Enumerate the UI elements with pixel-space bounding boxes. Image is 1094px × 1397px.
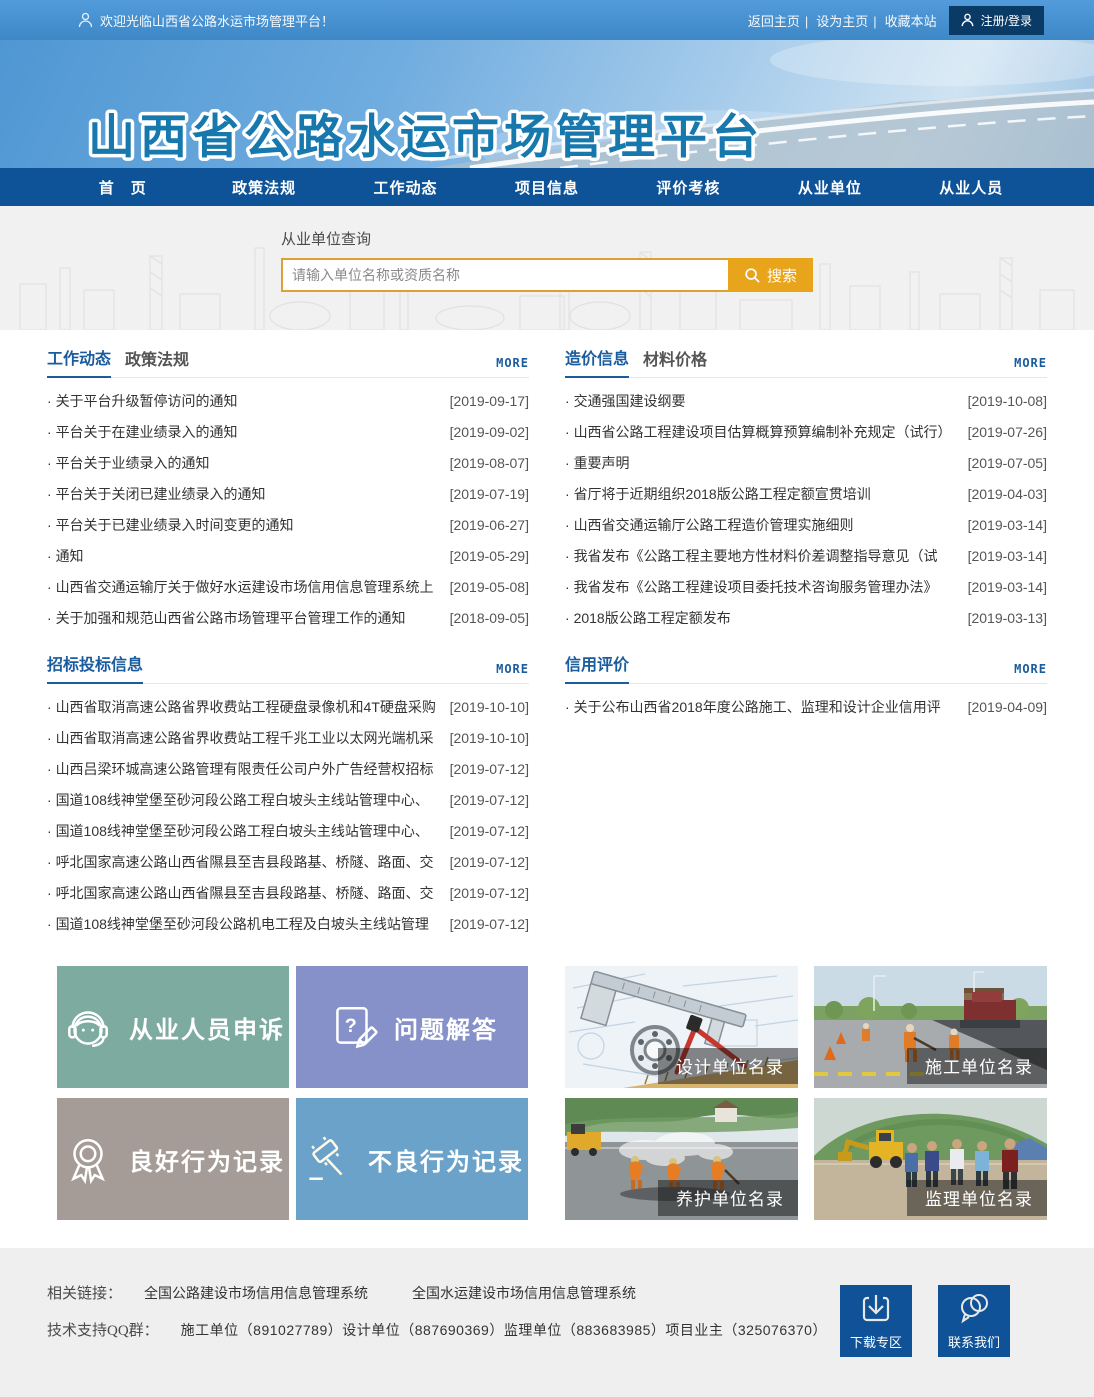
news-item[interactable]: 平台关于已建业绩录入时间变更的通知 [2019-06-27] xyxy=(47,510,529,541)
search-button[interactable]: 搜索 xyxy=(728,258,813,292)
news-item[interactable]: 关于平台升级暂停访问的通知 [2019-09-17] xyxy=(47,386,529,417)
photo-label: 设计单位名录 xyxy=(658,1048,798,1084)
news-item[interactable]: 山西省公路工程建设项目估算概算预算编制补充规定（试行） [2019-07-26] xyxy=(565,417,1047,448)
question-note-icon: ? xyxy=(326,1000,380,1054)
news-item[interactable]: 山西省交通运输厅公路工程造价管理实施细则 [2019-03-14] xyxy=(565,510,1047,541)
footer-link[interactable]: 全国水运建设市场信用信息管理系统 xyxy=(412,1285,636,1301)
tab-work-news[interactable]: 工作动态 xyxy=(47,345,111,378)
welcome-text: 欢迎光临山西省公路水运市场管理平台！ xyxy=(100,11,334,30)
news-item[interactable]: 山西省取消高速公路省界收费站工程千兆工业以太网光端机采 [2019-10-10] xyxy=(47,723,529,754)
page-title: 山西省公路水运市场管理平台 xyxy=(88,110,764,163)
quick-links: 从业人员申诉 ? 问题解答 xyxy=(47,966,528,1230)
tab-bidding-info[interactable]: 招标投标信息 xyxy=(47,651,143,684)
news-item[interactable]: 平台关于关闭已建业绩录入的通知 [2019-07-19] xyxy=(47,479,529,510)
footer-link[interactable]: 全国公路建设市场信用信息管理系统 xyxy=(144,1285,368,1301)
news-item[interactable]: 山西省取消高速公路省界收费站工程硬盘录像机和4T硬盘采购 [2019-10-10… xyxy=(47,692,529,723)
nav-item[interactable]: 从业人员 xyxy=(901,168,1042,206)
topbar-link[interactable]: 设为主页 xyxy=(816,14,884,29)
news-item[interactable]: 我省发布《公路工程主要地方性材料价差调整指导意见（试 [2019-03-14] xyxy=(565,541,1047,572)
contact-us-button[interactable]: 联系我们 xyxy=(938,1285,1010,1357)
supervision-unit-directory[interactable]: 监理单位名录 xyxy=(814,1098,1047,1220)
unit-search-section: 从业单位查询 搜索 xyxy=(0,206,1094,330)
search-icon xyxy=(744,267,761,284)
photo-label: 施工单位名录 xyxy=(907,1048,1047,1084)
photo-label: 监理单位名录 xyxy=(907,1180,1047,1216)
more-link-work[interactable]: MORE xyxy=(496,356,529,377)
nav-item[interactable]: 从业单位 xyxy=(759,168,900,206)
section-bidding-info: 招标投标信息 MORE 山西省取消高速公路省界收费站工程硬盘录像机和4T硬盘采购… xyxy=(47,654,529,940)
bad-behavior-record-button[interactable]: 不良行为记录 xyxy=(296,1098,528,1220)
download-icon xyxy=(858,1291,894,1327)
footer: 相关链接： 全国公路建设市场信用信息管理系统 全国水运建设市场信用信息管理系统 技… xyxy=(0,1248,1094,1397)
more-link-cost[interactable]: MORE xyxy=(1014,356,1047,377)
tab-material-price[interactable]: 材料价格 xyxy=(643,346,707,377)
news-item[interactable]: 关于公布山西省2018年度公路施工、监理和设计企业信用评 [2019-04-09… xyxy=(565,692,1047,723)
news-item[interactable]: 国道108线神堂堡至砂河段公路工程白坡头主线站管理中心、 [2019-07-12… xyxy=(47,816,529,847)
unit-search-input[interactable] xyxy=(281,258,728,292)
search-section-title: 从业单位查询 xyxy=(281,228,813,249)
more-link-bidding[interactable]: MORE xyxy=(496,662,529,683)
qa-button[interactable]: ? 问题解答 xyxy=(296,966,528,1088)
news-item[interactable]: 山西省交通运输厅关于做好水运建设市场信用信息管理系统上 [2019-05-08] xyxy=(47,572,529,603)
tab-credit-rating[interactable]: 信用评价 xyxy=(565,651,629,684)
main-nav: 首 页政策法规工作动态项目信息评价考核从业单位从业人员 xyxy=(0,168,1094,206)
news-item[interactable]: 省厅将于近期组织2018版公路工程定额宣贯培训 [2019-04-03] xyxy=(565,479,1047,510)
user-icon xyxy=(78,12,93,28)
related-links-label: 相关链接： xyxy=(47,1282,122,1303)
topbar-link[interactable]: 返回主页 xyxy=(748,14,816,29)
qq-support-label: 技术支持QQ群： xyxy=(47,1319,159,1340)
section-credit-rating: 信用评价 MORE 关于公布山西省2018年度公路施工、监理和设计企业信用评 [… xyxy=(565,654,1047,940)
headset-agent-icon xyxy=(61,1000,115,1054)
tab-cost-info[interactable]: 造价信息 xyxy=(565,345,629,378)
nav-item[interactable]: 首 页 xyxy=(52,168,193,206)
tab-policy[interactable]: 政策法规 xyxy=(125,346,189,377)
nav-item[interactable]: 工作动态 xyxy=(335,168,476,206)
more-link-credit[interactable]: MORE xyxy=(1014,662,1047,683)
site-banner: 山西省公路水运市场管理平台 xyxy=(0,40,1094,168)
topbar-link[interactable]: 收藏本站 xyxy=(885,14,937,29)
news-item[interactable]: 2018版公路工程定额发布 [2019-03-13] xyxy=(565,603,1047,634)
gavel-icon xyxy=(300,1132,354,1186)
svg-text:?: ? xyxy=(345,1015,357,1037)
register-login-button[interactable]: 注册/登录 xyxy=(949,6,1044,35)
news-item[interactable]: 关于加强和规范山西省公路市场管理平台管理工作的通知 [2018-09-05] xyxy=(47,603,529,634)
nav-item[interactable]: 政策法规 xyxy=(193,168,334,206)
news-item[interactable]: 国道108线神堂堡至砂河段公路工程白坡头主线站管理中心、 [2019-07-12… xyxy=(47,785,529,816)
directory-gallery: 设计单位名录 xyxy=(565,966,1047,1230)
news-item[interactable]: 通知 [2019-05-29] xyxy=(47,541,529,572)
maintenance-unit-directory[interactable]: 养护单位名录 xyxy=(565,1098,798,1220)
topbar: 欢迎光临山西省公路水运市场管理平台！ 返回主页设为主页收藏本站 注册/登录 xyxy=(0,0,1094,40)
news-item[interactable]: 国道108线神堂堡至砂河段公路机电工程及白坡头主线站管理 [2019-07-12… xyxy=(47,909,529,940)
news-item[interactable]: 呼北国家高速公路山西省隰县至吉县段路基、桥隧、路面、交 [2019-07-12] xyxy=(47,878,529,909)
nav-item[interactable]: 项目信息 xyxy=(476,168,617,206)
download-zone-button[interactable]: 下载专区 xyxy=(840,1285,912,1357)
news-item[interactable]: 山西吕梁环城高速公路管理有限责任公司户外广告经营权招标 [2019-07-12] xyxy=(47,754,529,785)
news-item[interactable]: 交通强国建设纲要 [2019-10-08] xyxy=(565,386,1047,417)
photo-label: 养护单位名录 xyxy=(658,1180,798,1216)
section-cost-info: 造价信息 材料价格 MORE 交通强国建设纲要 [2019-10-08] 山西省… xyxy=(565,348,1047,634)
news-item[interactable]: 呼北国家高速公路山西省隰县至吉县段路基、桥隧、路面、交 [2019-07-12] xyxy=(47,847,529,878)
chat-icon xyxy=(956,1291,992,1327)
good-behavior-record-button[interactable]: 良好行为记录 xyxy=(57,1098,289,1220)
nav-item[interactable]: 评价考核 xyxy=(618,168,759,206)
section-work-news: 工作动态 政策法规 MORE 关于平台升级暂停访问的通知 [2019-09-17… xyxy=(47,348,529,634)
news-item[interactable]: 我省发布《公路工程建设项目委托技术咨询服务管理办法》 [2019-03-14] xyxy=(565,572,1047,603)
personnel-appeal-button[interactable]: 从业人员申诉 xyxy=(57,966,289,1088)
medal-icon xyxy=(61,1132,115,1186)
design-unit-directory[interactable]: 设计单位名录 xyxy=(565,966,798,1088)
news-item[interactable]: 重要声明 [2019-07-05] xyxy=(565,448,1047,479)
news-item[interactable]: 平台关于在建业绩录入的通知 [2019-09-02] xyxy=(47,417,529,448)
qq-support-groups: 施工单位（891027789）设计单位（887690369）监理单位（88368… xyxy=(181,1320,827,1340)
user-icon xyxy=(961,13,974,27)
news-item[interactable]: 平台关于业绩录入的通知 [2019-08-07] xyxy=(47,448,529,479)
construction-unit-directory[interactable]: 施工单位名录 xyxy=(814,966,1047,1088)
